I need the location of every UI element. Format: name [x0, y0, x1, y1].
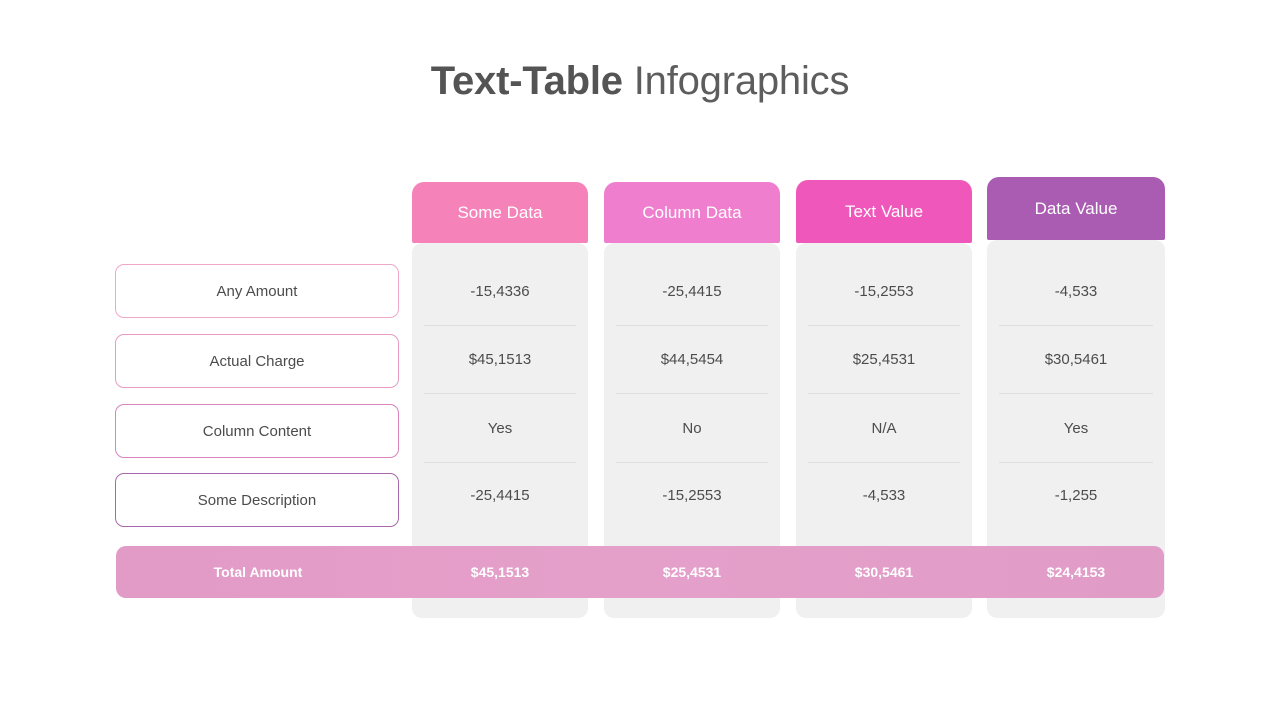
page-title-light: Infographics	[622, 59, 850, 103]
cell-separator	[999, 393, 1153, 394]
cell-separator	[616, 393, 768, 394]
cell-separator	[808, 393, 960, 394]
cell-c3-r2: $25,4531	[852, 350, 916, 368]
cell-c1-r2: $45,1513	[468, 350, 532, 368]
cell-c3-r1: -15,2553	[854, 282, 914, 300]
column-header-3-label: Text Value	[844, 201, 924, 221]
cell-c4-r1: -4,533	[1054, 282, 1098, 300]
cell-c2-r3: No	[682, 419, 702, 437]
cell-separator	[808, 325, 960, 326]
cell-c2-r1: -25,4415	[662, 282, 722, 300]
row-label-2[interactable]: Actual Charge	[115, 334, 399, 388]
cell-separator	[616, 325, 768, 326]
cell-c4-r3: Yes	[1063, 419, 1089, 437]
column-header-4-label: Data Value	[1034, 198, 1118, 218]
cell-separator	[999, 325, 1153, 326]
cell-c1-r3: Yes	[487, 419, 513, 437]
row-label-3[interactable]: Column Content	[115, 404, 399, 458]
cell-c3-r4: -4,533	[862, 486, 906, 504]
column-header-3[interactable]: Text Value	[796, 180, 972, 243]
column-header-1-label: Some Data	[457, 202, 543, 222]
cell-separator	[424, 325, 576, 326]
cell-c2-r4: -15,2553	[662, 486, 722, 504]
page-title-bold: Text-Table	[430, 59, 623, 103]
column-header-2[interactable]: Column Data	[604, 182, 780, 243]
cell-c1-r1: -15,4336	[470, 282, 530, 300]
cell-c2-r2: $44,5454	[660, 350, 724, 368]
row-label-2-text: Actual Charge	[209, 352, 305, 370]
row-label-1[interactable]: Any Amount	[115, 264, 399, 318]
total-value-c3: $30,5461	[854, 564, 914, 580]
cell-c4-r4: -1,255	[1054, 486, 1098, 504]
cell-c1-r4: -25,4415	[470, 486, 530, 504]
cell-c4-r2: $30,5461	[1044, 350, 1108, 368]
column-header-2-label: Column Data	[642, 202, 742, 222]
column-header-1[interactable]: Some Data	[412, 182, 588, 243]
total-bar: Total Amount $45,1513 $25,4531 $30,5461 …	[116, 546, 1164, 598]
row-label-1-text: Any Amount	[216, 282, 298, 300]
page-title: Text-Table Infographics	[0, 56, 1280, 106]
cell-c3-r3: N/A	[871, 419, 897, 437]
cell-separator	[808, 462, 960, 463]
cell-separator	[424, 393, 576, 394]
total-value-c4: $24,4153	[1046, 564, 1106, 580]
cell-separator	[999, 462, 1153, 463]
row-label-4[interactable]: Some Description	[115, 473, 399, 527]
total-value-c2: $25,4531	[662, 564, 722, 580]
row-label-4-text: Some Description	[197, 491, 317, 509]
row-label-3-text: Column Content	[202, 422, 312, 440]
column-header-4[interactable]: Data Value	[987, 177, 1165, 240]
cell-separator	[424, 462, 576, 463]
cell-separator	[616, 462, 768, 463]
total-value-c1: $45,1513	[470, 564, 530, 580]
total-row-label: Total Amount	[213, 564, 303, 580]
